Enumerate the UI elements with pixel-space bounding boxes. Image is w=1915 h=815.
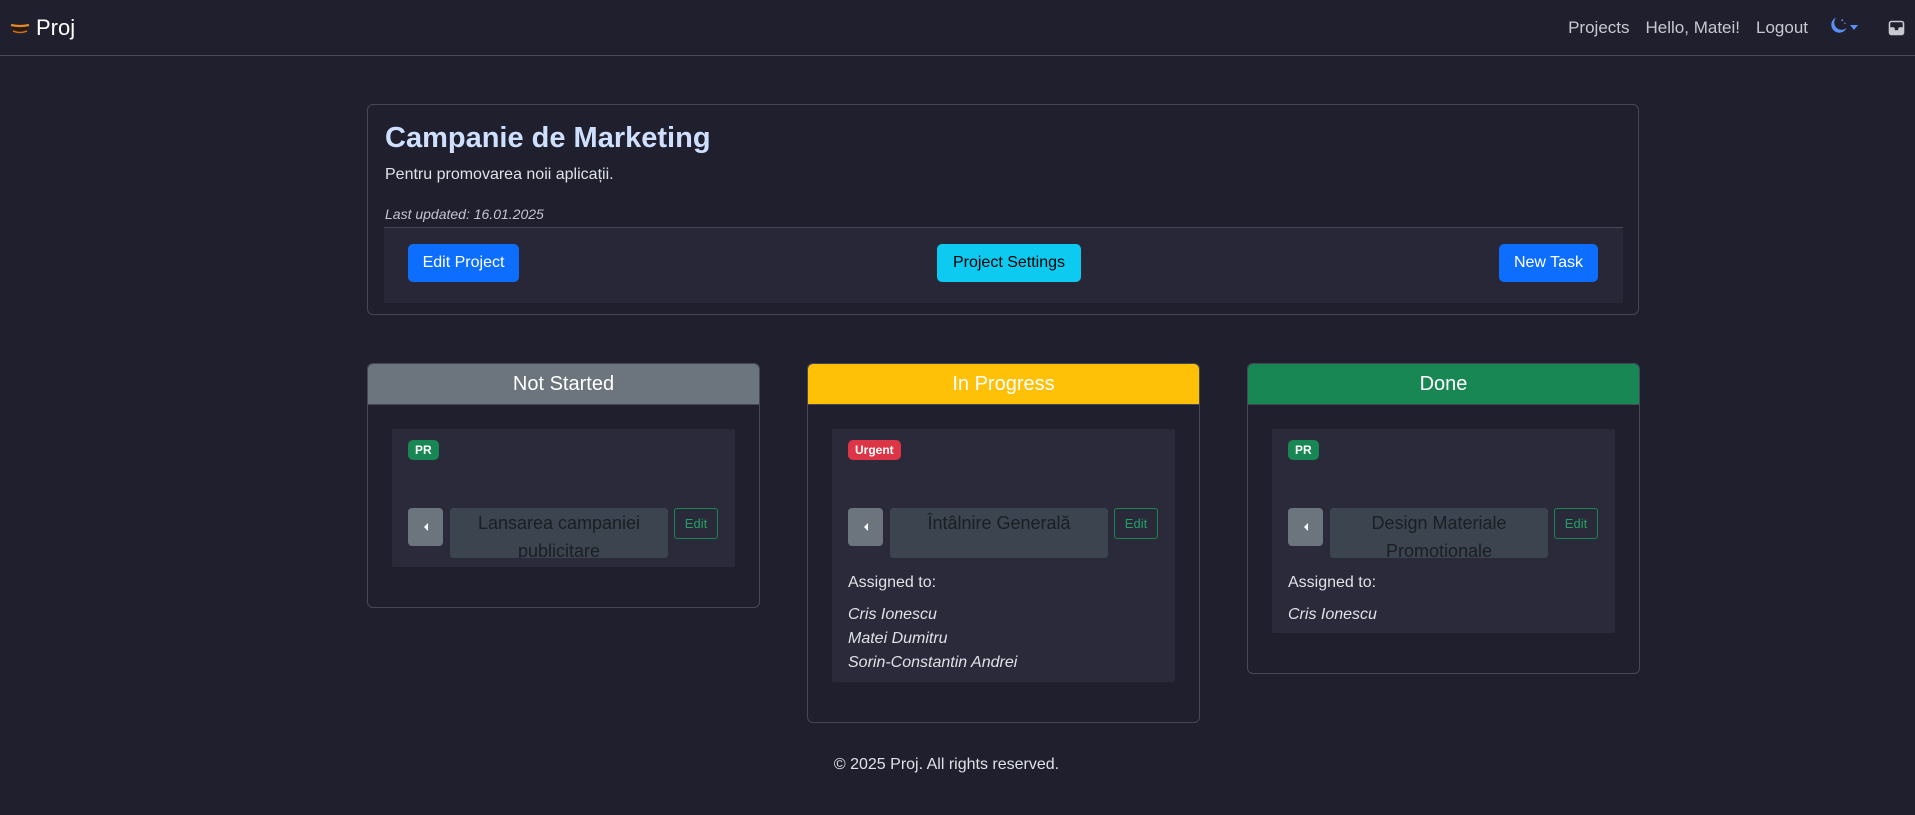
- task-title[interactable]: Întâlnire Generală: [890, 508, 1108, 558]
- column-in-progress: In Progress Urgent Întâlnire Generală Ed…: [807, 363, 1200, 723]
- edit-task-button[interactable]: Edit: [674, 508, 718, 539]
- brand-logo-icon: [10, 21, 30, 35]
- nav-links: Projects Hello, Matei! Logout: [1568, 16, 1905, 39]
- nav-link-user-greeting[interactable]: Hello, Matei!: [1646, 18, 1740, 38]
- edit-task-button[interactable]: Edit: [1554, 508, 1598, 539]
- column-header: Not Started: [368, 364, 759, 405]
- move-left-button[interactable]: [1288, 508, 1323, 546]
- edit-project-button[interactable]: Edit Project: [408, 244, 519, 282]
- moon-icon: [1830, 16, 1847, 39]
- caret-left-icon: [863, 523, 868, 531]
- task-tag-badge: PR: [408, 440, 439, 460]
- task-title[interactable]: Design Materiale Promoționale: [1330, 508, 1548, 558]
- assigned-to-label: Assigned to:: [1288, 574, 1377, 591]
- edit-task-button[interactable]: Edit: [1114, 508, 1158, 539]
- assignee-name: Cris Ionescu: [848, 606, 937, 623]
- column-not-started: Not Started PR Lansarea campaniei public…: [367, 363, 760, 608]
- task-card: Urgent Întâlnire Generală Edit Assigned …: [832, 429, 1175, 682]
- task-card: PR Lansarea campaniei publicitare Edit: [392, 429, 735, 567]
- project-last-updated: Last updated: 16.01.2025: [385, 206, 544, 222]
- project-actions: Edit Project Project Settings New Task: [384, 227, 1623, 303]
- chevron-down-icon: [1850, 25, 1858, 30]
- page-footer: © 2025 Proj. All rights reserved.: [833, 756, 1060, 773]
- nav-link-projects[interactable]: Projects: [1568, 18, 1629, 38]
- inbox-icon[interactable]: [1888, 20, 1905, 36]
- brand-name: Proj: [36, 14, 76, 40]
- project-description: Pentru promovarea noii aplicații.: [385, 166, 614, 183]
- column-header: Done: [1248, 364, 1639, 405]
- assignee-name: Matei Dumitru: [848, 630, 948, 647]
- assignee-list: Cris Ionescu Matei Dumitru Sorin-Constan…: [848, 603, 1017, 675]
- brand-link[interactable]: Proj: [10, 15, 75, 41]
- move-left-button[interactable]: [848, 508, 883, 546]
- task-tag-badge: PR: [1288, 440, 1319, 460]
- task-title[interactable]: Lansarea campaniei publicitare: [450, 508, 668, 558]
- task-card: PR Design Materiale Promoționale Edit As…: [1272, 429, 1615, 633]
- caret-left-icon: [423, 523, 428, 531]
- project-card: Campanie de Marketing Pentru promovarea …: [367, 104, 1639, 315]
- project-title: Campanie de Marketing: [385, 122, 711, 154]
- navbar: Proj Projects Hello, Matei! Logout: [0, 0, 1915, 56]
- task-tag-badge: Urgent: [848, 440, 901, 460]
- assigned-to-label: Assigned to:: [848, 574, 937, 591]
- assignee-name: Cris Ionescu: [1288, 606, 1377, 623]
- move-left-button[interactable]: [408, 508, 443, 546]
- project-settings-button[interactable]: Project Settings: [937, 244, 1081, 282]
- column-header: In Progress: [808, 364, 1199, 405]
- assignee-list: Cris Ionescu: [1288, 603, 1377, 627]
- theme-toggle-dropdown[interactable]: [1830, 16, 1858, 39]
- caret-left-icon: [1303, 523, 1308, 531]
- column-done: Done PR Design Materiale Promoționale Ed…: [1247, 363, 1640, 674]
- new-task-button[interactable]: New Task: [1499, 244, 1598, 282]
- nav-link-logout[interactable]: Logout: [1756, 18, 1808, 38]
- assignee-name: Sorin-Constantin Andrei: [848, 654, 1018, 671]
